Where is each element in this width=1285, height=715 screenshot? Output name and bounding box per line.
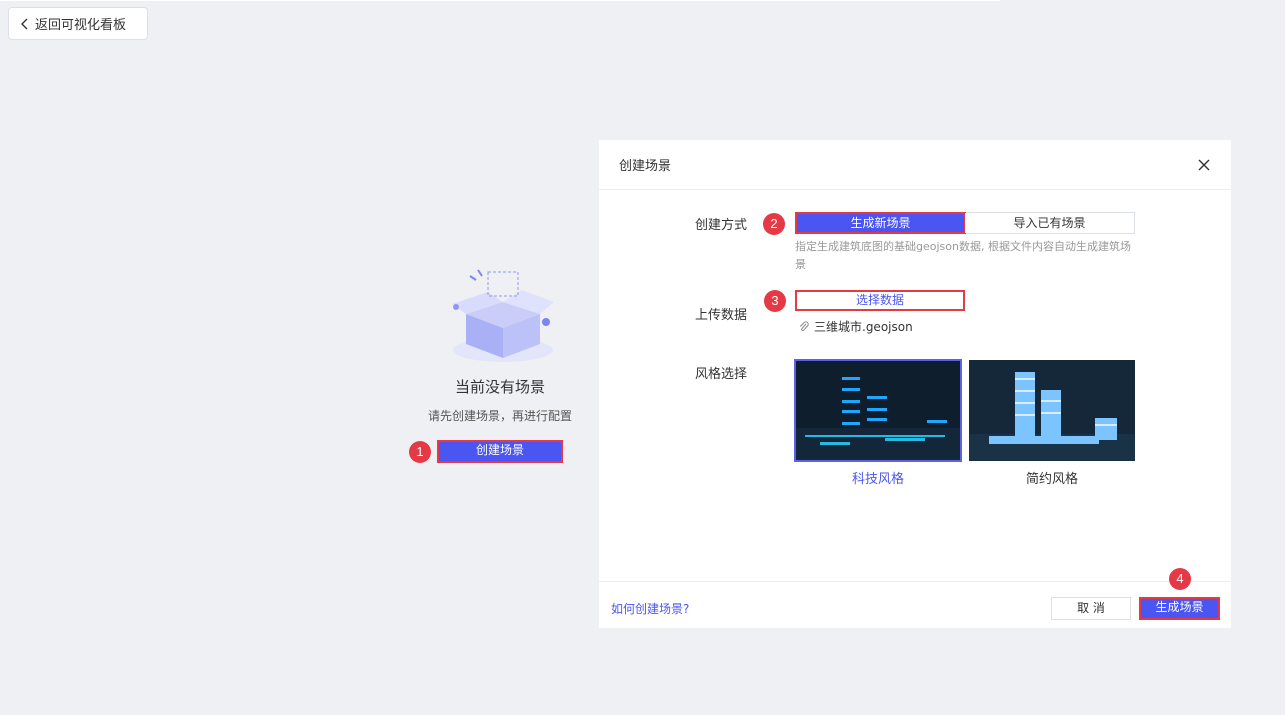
style-label-tech[interactable]: 科技风格 bbox=[795, 468, 961, 487]
tech-style-thumbnail bbox=[795, 360, 961, 461]
create-mode-hint: 指定生成建筑底图的基础geojson数据, 根据文件内容自动生成建筑场景 bbox=[795, 240, 1131, 271]
style-label-simple[interactable]: 简约风格 bbox=[969, 468, 1135, 487]
option-new-scene[interactable]: 生成新场景 bbox=[795, 212, 966, 234]
step-badge-2: 2 bbox=[763, 213, 785, 235]
create-scene-button[interactable]: 创建场景 bbox=[437, 440, 563, 463]
option-import-scene[interactable]: 导入已有场景 bbox=[965, 213, 1134, 233]
file-name: 三维城市.geojson bbox=[814, 320, 913, 334]
select-data-button[interactable]: 选择数据 bbox=[795, 290, 965, 311]
close-icon[interactable] bbox=[1197, 158, 1211, 172]
empty-subtitle: 请先创建场景，再进行配置 bbox=[427, 409, 572, 423]
dialog-header: 创建场景 bbox=[599, 140, 1231, 190]
back-button-label: 返回可视化看板 bbox=[35, 18, 127, 33]
create-mode-label: 创建方式 bbox=[695, 218, 748, 233]
paperclip-icon bbox=[799, 320, 809, 331]
generate-scene-button[interactable]: 生成场景 bbox=[1139, 597, 1220, 620]
style-card-tech[interactable] bbox=[794, 359, 962, 462]
uploaded-file: 三维城市.geojson bbox=[799, 318, 913, 335]
create-mode-segmented: 生成新场景 导入已有场景 bbox=[795, 212, 1135, 234]
chevron-left-icon bbox=[21, 18, 28, 29]
back-to-dashboard-button[interactable]: 返回可视化看板 bbox=[8, 7, 148, 40]
cancel-button[interactable]: 取 消 bbox=[1051, 597, 1131, 620]
step-badge-1: 1 bbox=[409, 441, 431, 463]
dialog-title: 创建场景 bbox=[619, 159, 672, 174]
create-scene-dialog: 创建场景 创建方式 2 生成新场景 导入已有场景 指定生成建筑底图的基础geoj… bbox=[599, 140, 1231, 628]
how-to-create-link[interactable]: 如何创建场景? bbox=[611, 600, 689, 617]
style-label: 风格选择 bbox=[695, 367, 748, 382]
empty-box-illustration bbox=[452, 269, 554, 362]
upload-data-label: 上传数据 bbox=[695, 308, 748, 323]
style-card-simple[interactable] bbox=[969, 360, 1135, 461]
top-divider bbox=[0, 0, 1000, 1]
step-badge-4: 4 bbox=[1169, 568, 1191, 590]
empty-title: 当前没有场景 bbox=[454, 378, 545, 396]
simple-style-thumbnail bbox=[969, 360, 1135, 461]
step-badge-3: 3 bbox=[764, 290, 786, 312]
dialog-footer: 如何创建场景? 取 消 4 生成场景 bbox=[599, 568, 1231, 628]
